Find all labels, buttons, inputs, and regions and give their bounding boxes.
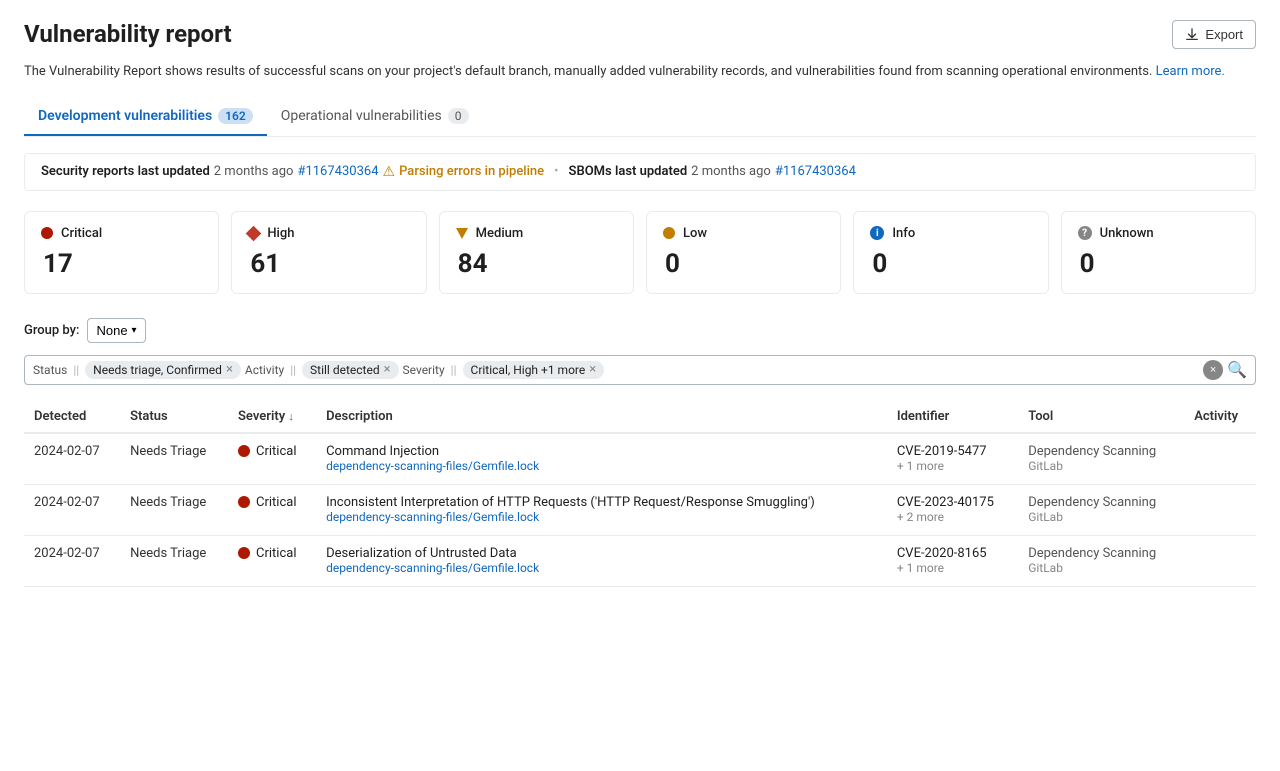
cell-description-2: Deserialization of Untrusted Data depend…: [316, 535, 887, 586]
tab-operational[interactable]: Operational vulnerabilities 0: [267, 98, 483, 136]
sort-arrow-severity: ↓: [288, 410, 294, 423]
medium-icon: [456, 228, 468, 239]
tab-development[interactable]: Development vulnerabilities 162: [24, 98, 267, 136]
unknown-icon: ?: [1078, 226, 1092, 240]
learn-more-link[interactable]: Learn more.: [1156, 64, 1225, 79]
cell-detected-0: 2024-02-07: [24, 433, 120, 485]
filter-search-button[interactable]: 🔍: [1227, 360, 1247, 380]
cell-detected-2: 2024-02-07: [24, 535, 120, 586]
col-description: Description: [316, 401, 887, 433]
filter-tag-activity: Activity: [245, 363, 284, 377]
severity-card-low[interactable]: Low 0: [646, 211, 841, 294]
cell-identifier-1: CVE-2023-40175 + 2 more: [887, 484, 1018, 535]
filter-severity-remove[interactable]: ×: [589, 363, 596, 376]
high-icon: [246, 225, 262, 241]
low-icon: [663, 227, 675, 239]
severity-card-critical[interactable]: Critical 17: [24, 211, 219, 294]
cell-tool-0: Dependency Scanning GitLab: [1018, 433, 1184, 485]
cell-detected-1: 2024-02-07: [24, 484, 120, 535]
pipeline-errors-link[interactable]: Parsing errors in pipeline: [399, 164, 544, 179]
page-title: Vulnerability report: [24, 20, 232, 48]
col-severity[interactable]: Severity ↓: [228, 401, 316, 433]
security-banner: Security reports last updated 2 months a…: [24, 153, 1256, 191]
filter-bar-actions: × 🔍: [1203, 360, 1247, 380]
filter-activity-remove[interactable]: ×: [384, 363, 391, 376]
description-link-0[interactable]: dependency-scanning-files/Gemfile.lock: [326, 459, 539, 473]
severity-card-medium[interactable]: Medium 84: [439, 211, 634, 294]
export-button[interactable]: Export: [1172, 20, 1256, 49]
cell-identifier-0: CVE-2019-5477 + 1 more: [887, 433, 1018, 485]
filter-clear-button[interactable]: ×: [1203, 360, 1223, 380]
critical-icon: [41, 227, 53, 239]
info-icon: i: [870, 226, 884, 240]
filter-severity-value[interactable]: Critical, High +1 more ×: [463, 361, 605, 379]
cell-severity-1: Critical: [228, 484, 316, 535]
sbom-link[interactable]: #1167430364: [775, 164, 856, 179]
cell-description-0: Command Injection dependency-scanning-fi…: [316, 433, 887, 485]
cell-activity-2: [1184, 535, 1256, 586]
group-by-select[interactable]: None ▾: [87, 318, 145, 343]
cell-activity-0: [1184, 433, 1256, 485]
filter-bar: Status || Needs triage, Confirmed × Acti…: [24, 355, 1256, 385]
tab-bar: Development vulnerabilities 162 Operatio…: [24, 98, 1256, 137]
table-row: 2024-02-07 Needs Triage Critical Command…: [24, 433, 1256, 485]
page-description: The Vulnerability Report shows results o…: [24, 62, 1256, 82]
col-status: Status: [120, 401, 228, 433]
cell-status-2: Needs Triage: [120, 535, 228, 586]
severity-dot-2: [238, 547, 250, 559]
filter-status-value[interactable]: Needs triage, Confirmed ×: [85, 361, 241, 379]
col-detected: Detected: [24, 401, 120, 433]
security-pipeline-link[interactable]: #1167430364: [297, 164, 378, 179]
cell-identifier-2: CVE-2020-8165 + 1 more: [887, 535, 1018, 586]
cell-tool-2: Dependency Scanning GitLab: [1018, 535, 1184, 586]
vulnerabilities-table: Detected Status Severity ↓ Description I…: [24, 401, 1256, 587]
severity-card-info[interactable]: i Info 0: [853, 211, 1048, 294]
export-icon: [1185, 28, 1199, 42]
filter-tag-status: Status: [33, 363, 67, 377]
severity-dot-1: [238, 496, 250, 508]
description-link-1[interactable]: dependency-scanning-files/Gemfile.lock: [326, 510, 539, 524]
cell-status-0: Needs Triage: [120, 433, 228, 485]
cell-description-1: Inconsistent Interpretation of HTTP Requ…: [316, 484, 887, 535]
severity-cards: Critical 17 High 61 Medium 84 Low 0 i In…: [24, 211, 1256, 294]
col-tool: Tool: [1018, 401, 1184, 433]
table-row: 2024-02-07 Needs Triage Critical Deseria…: [24, 535, 1256, 586]
description-link-2[interactable]: dependency-scanning-files/Gemfile.lock: [326, 561, 539, 575]
group-by-row: Group by: None ▾: [24, 318, 1256, 343]
severity-card-high[interactable]: High 61: [231, 211, 426, 294]
filter-status-remove[interactable]: ×: [226, 363, 233, 376]
col-identifier: Identifier: [887, 401, 1018, 433]
cell-status-1: Needs Triage: [120, 484, 228, 535]
cell-activity-1: [1184, 484, 1256, 535]
cell-tool-1: Dependency Scanning GitLab: [1018, 484, 1184, 535]
cell-severity-0: Critical: [228, 433, 316, 485]
page-header: Vulnerability report Export: [24, 20, 1256, 58]
table-header-row: Detected Status Severity ↓ Description I…: [24, 401, 1256, 433]
filter-tag-severity: Severity: [403, 363, 445, 377]
table-row: 2024-02-07 Needs Triage Critical Inconsi…: [24, 484, 1256, 535]
cell-severity-2: Critical: [228, 535, 316, 586]
chevron-down-icon: ▾: [132, 325, 137, 336]
severity-card-unknown[interactable]: ? Unknown 0: [1061, 211, 1256, 294]
warning-icon: ⚠: [383, 164, 396, 180]
severity-dot-0: [238, 445, 250, 457]
col-activity: Activity: [1184, 401, 1256, 433]
filter-activity-value[interactable]: Still detected ×: [302, 361, 399, 379]
